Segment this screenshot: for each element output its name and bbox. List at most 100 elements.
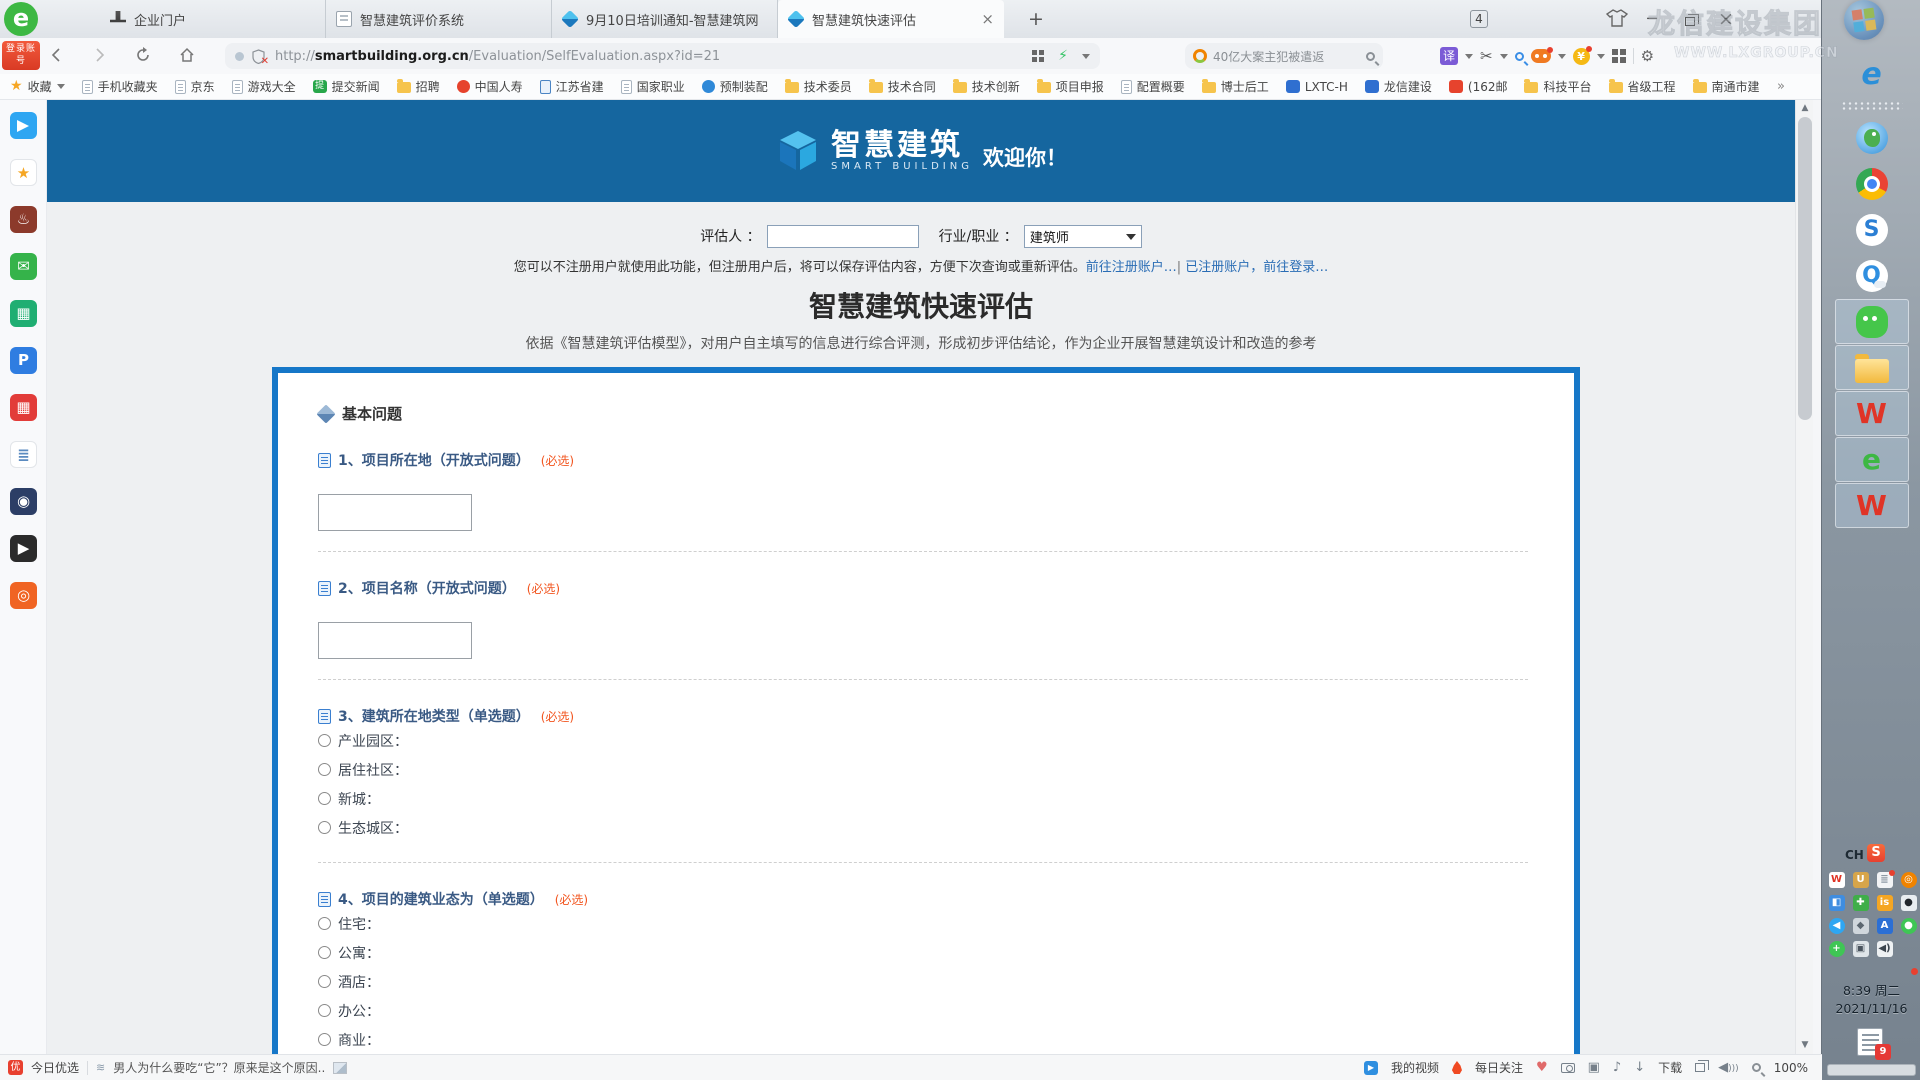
download-arrow-icon[interactable]: ↓ [1634, 1061, 1645, 1074]
taskbar-clock[interactable]: 8:39 周二 2021/11/16 [1823, 982, 1920, 1018]
evaluator-input[interactable] [767, 225, 919, 248]
scroll-up-arrow[interactable]: ▲ [1796, 100, 1814, 117]
games-menu-caret[interactable] [1558, 54, 1566, 59]
food-bowl-icon[interactable]: ♨ [10, 206, 37, 233]
bookmark-item-5[interactable]: 提提交新闻 [313, 78, 380, 95]
bookmark-item-18[interactable]: 龙信建设 [1365, 78, 1432, 95]
bookmark-item-10[interactable]: 预制装配 [702, 78, 768, 95]
ime-indicator[interactable]: CH [1845, 848, 1864, 862]
browser-logo-icon[interactable]: e [4, 2, 38, 36]
chrome-icon[interactable] [1835, 161, 1909, 206]
bookmark-item-8[interactable]: 江苏省建 [540, 78, 604, 95]
ie-icon[interactable]: e [1835, 52, 1909, 97]
sheet-icon[interactable]: ▦ [10, 300, 37, 327]
bookmark-item-20[interactable]: 科技平台 [1524, 78, 1591, 95]
wps-icon[interactable]: W [1835, 391, 1909, 436]
bird-icon[interactable]: ◀ [1829, 918, 1845, 934]
bookmark-item-16[interactable]: 博士后工 [1202, 78, 1269, 95]
mini-window-icon[interactable] [1695, 1063, 1705, 1072]
radio-option-1[interactable]: 住宅： [318, 909, 1532, 938]
parrot-app-icon[interactable] [1835, 115, 1909, 160]
doc-icon[interactable]: ≣ [10, 441, 37, 468]
orange-ball-icon[interactable]: ◎ [1901, 872, 1917, 888]
translate-icon[interactable]: 译 [1440, 47, 1458, 65]
radio-circle-icon[interactable] [318, 763, 331, 776]
radio-option-4[interactable]: 办公： [318, 996, 1532, 1025]
bookmark-item-11[interactable]: 技术委员 [785, 78, 852, 95]
wallet-menu-caret[interactable] [1597, 54, 1605, 59]
daily-follow-label[interactable]: 每日关注 [1475, 1059, 1523, 1076]
question-text-input[interactable] [318, 622, 472, 659]
radio-option-3[interactable]: 酒店： [318, 967, 1532, 996]
register-link[interactable]: 前往注册账户… [1086, 260, 1177, 275]
wallet-icon[interactable]: ¥ [1573, 48, 1590, 65]
forward-button[interactable] [90, 42, 120, 70]
tab-4[interactable]: 智慧建筑快速评估× [778, 0, 1004, 38]
radio-option-4[interactable]: 生态城区： [318, 813, 1532, 842]
speaker-icon[interactable]: ◀))) [1718, 1061, 1739, 1074]
tab-3[interactable]: 9月10日培训通知-智慧建筑网 [552, 0, 778, 38]
favorites-heart-icon[interactable]: ♥ [1536, 1061, 1548, 1074]
screenshot-icon[interactable] [1561, 1063, 1575, 1073]
wechat-tray-icon[interactable]: ● [1901, 918, 1917, 934]
video-p-icon[interactable]: P [10, 347, 37, 374]
zoom-search-icon[interactable] [1515, 52, 1524, 61]
industry-select[interactable]: 建筑师 [1024, 225, 1142, 248]
mail-icon[interactable]: ✉ [10, 253, 37, 280]
eagle-icon[interactable]: ◆ [1853, 918, 1869, 934]
wps-tray-icon[interactable]: W [1829, 872, 1845, 888]
download-count-badge[interactable]: 4 [1470, 10, 1488, 28]
bookmark-item-15[interactable]: 配置概要 [1121, 78, 1185, 95]
radio-option-2[interactable]: 公寓： [318, 938, 1532, 967]
minimize-button[interactable]: ─ [1634, 0, 1670, 38]
sogou-browser-icon[interactable]: S [1835, 207, 1909, 252]
panda-video-icon[interactable]: ▶ [10, 535, 37, 562]
radio-circle-icon[interactable] [318, 792, 331, 805]
wps-doc-icon[interactable]: W [1835, 483, 1909, 528]
zoom-lens-icon[interactable] [1752, 1063, 1761, 1072]
home-button[interactable] [178, 42, 208, 70]
close-button[interactable]: × [1708, 0, 1744, 38]
penguin-icon[interactable]: ● [1901, 895, 1917, 911]
a-shield-icon[interactable]: A [1877, 918, 1893, 934]
radio-circle-icon[interactable] [318, 821, 331, 834]
speed-mode-icon[interactable]: ⚡ [1058, 48, 1068, 64]
media-note-icon[interactable]: ♪ [1613, 1061, 1621, 1074]
settings-gear-icon[interactable]: ⚙ [1641, 47, 1654, 65]
zoom-level[interactable]: 100% [1774, 1061, 1808, 1075]
account-login-badge[interactable]: 登录账号 [2, 41, 40, 70]
close-tab-button[interactable]: × [981, 10, 994, 28]
bookmark-item-13[interactable]: 技术创新 [953, 78, 1020, 95]
page-scrollbar[interactable]: ▲ ▼ [1795, 100, 1813, 1054]
translate-menu-caret[interactable] [1465, 54, 1473, 59]
search-icon[interactable] [1366, 52, 1375, 61]
sogou-ime-icon[interactable]: S [1867, 844, 1885, 862]
restore-button[interactable] [1672, 0, 1708, 38]
games-icon[interactable] [1531, 49, 1551, 63]
bookmark-item-12[interactable]: 技术合同 [869, 78, 936, 95]
my-video-label[interactable]: 我的视频 [1391, 1059, 1439, 1076]
bookmarks-overflow-button[interactable]: » [1777, 74, 1785, 100]
bookmark-item-2[interactable]: 手机收藏夹 [82, 78, 158, 95]
star-icon[interactable]: ★ [10, 159, 37, 186]
bookmark-item-6[interactable]: 招聘 [397, 78, 440, 95]
netdisk-icon[interactable]: ◧ [1829, 895, 1845, 911]
download-label[interactable]: 下载 [1658, 1059, 1682, 1076]
file-explorer-icon[interactable] [1835, 345, 1909, 390]
scroll-down-arrow[interactable]: ▼ [1796, 1037, 1814, 1054]
new-tab-button[interactable]: + [1022, 6, 1050, 32]
radio-option-5[interactable]: 商业： [318, 1025, 1532, 1054]
insecure-shield-icon[interactable]: ✕ [252, 49, 265, 64]
bookmark-item-17[interactable]: LXTC-H [1286, 80, 1348, 94]
radio-option-2[interactable]: 居住社区： [318, 755, 1532, 784]
radio-circle-icon[interactable] [318, 1033, 331, 1046]
skin-icon[interactable] [1606, 8, 1628, 28]
wechat-icon[interactable] [1835, 299, 1909, 344]
bookmark-item-19[interactable]: (162邮 [1449, 78, 1508, 95]
bookmark-item-9[interactable]: 国家职业 [621, 78, 685, 95]
radio-circle-icon[interactable] [318, 946, 331, 959]
bookmark-item-22[interactable]: 南通市建 [1693, 78, 1760, 95]
bookmark-item-4[interactable]: 游戏大全 [232, 78, 296, 95]
refresh-button[interactable] [134, 42, 164, 70]
radio-circle-icon[interactable] [318, 975, 331, 988]
